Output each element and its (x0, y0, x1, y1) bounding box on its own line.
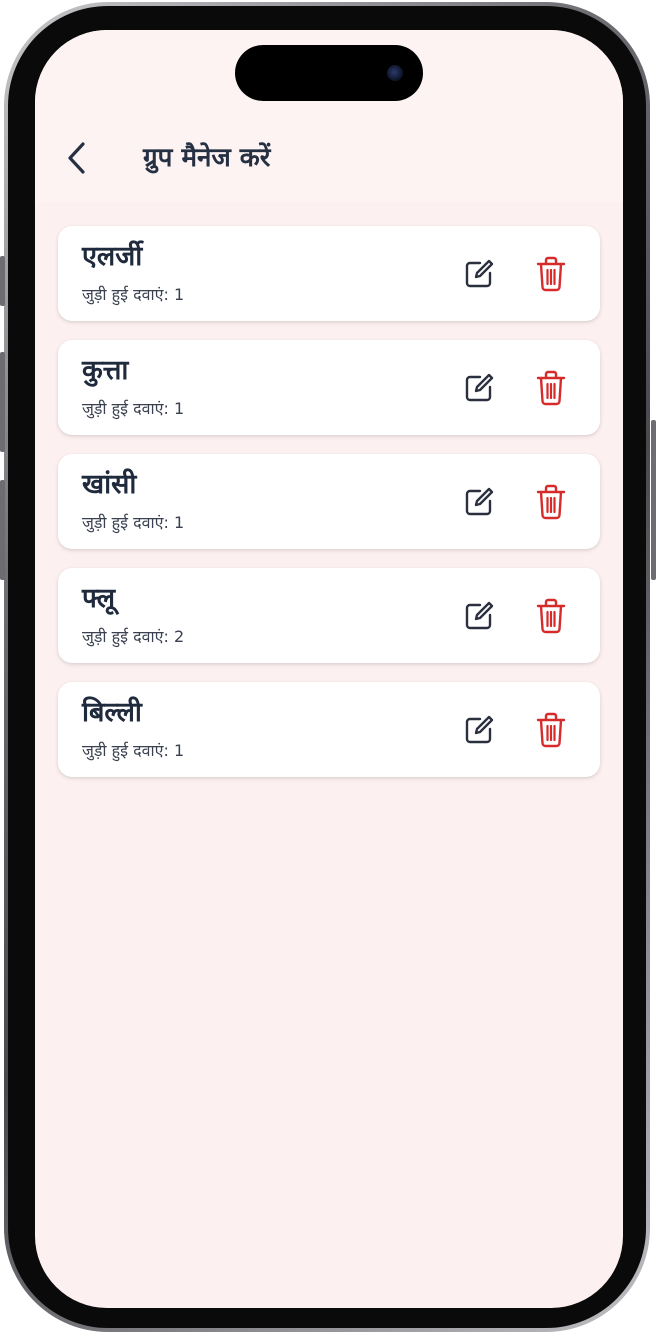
group-name: कुत्ता (82, 355, 129, 386)
camera-icon (387, 65, 403, 81)
edit-group-button[interactable] (460, 483, 498, 521)
linked-medicines-count: जुड़ी हुई दवाएं: 1 (82, 285, 185, 304)
back-button[interactable] (57, 138, 97, 178)
delete-group-button[interactable] (532, 710, 570, 750)
group-name: फ्लू (82, 583, 116, 614)
group-card[interactable]: बिल्ली जुड़ी हुई दवाएं: 1 (58, 682, 600, 777)
delete-group-button[interactable] (532, 368, 570, 408)
group-name: एलर्जी (82, 241, 143, 272)
linked-medicines-count: जुड़ी हुई दवाएं: 1 (82, 741, 185, 760)
edit-group-button[interactable] (460, 255, 498, 293)
edit-icon (465, 259, 494, 288)
group-card[interactable]: खांसी जुड़ी हुई दवाएं: 1 (58, 454, 600, 549)
linked-medicines-count: जुड़ी हुई दवाएं: 1 (82, 513, 185, 532)
page-title: ग्रुप मैनेज करें (143, 143, 271, 173)
delete-group-button[interactable] (532, 254, 570, 294)
app-screen: ग्रुप मैनेज करें एलर्जी जुड़ी हुई दवाएं: … (35, 30, 623, 1308)
linked-medicines-count: जुड़ी हुई दवाएं: 1 (82, 399, 185, 418)
edit-icon (465, 601, 494, 630)
edit-group-button[interactable] (460, 369, 498, 407)
trash-icon (536, 256, 566, 292)
group-card[interactable]: कुत्ता जुड़ी हुई दवाएं: 1 (58, 340, 600, 435)
action-button (0, 256, 5, 306)
edit-group-button[interactable] (460, 597, 498, 635)
trash-icon (536, 370, 566, 406)
trash-icon (536, 598, 566, 634)
group-card[interactable]: फ्लू जुड़ी हुई दवाएं: 2 (58, 568, 600, 663)
edit-icon (465, 487, 494, 516)
trash-icon (536, 484, 566, 520)
edit-icon (465, 715, 494, 744)
delete-group-button[interactable] (532, 596, 570, 636)
group-list: एलर्जी जुड़ी हुई दवाएं: 1 कुत्ता जुड़ी हुई … (58, 226, 600, 796)
group-name: खांसी (82, 469, 137, 500)
volume-down-button (0, 480, 5, 580)
chevron-left-icon (68, 142, 85, 174)
group-card[interactable]: एलर्जी जुड़ी हुई दवाएं: 1 (58, 226, 600, 321)
group-name: बिल्ली (82, 697, 142, 728)
linked-medicines-count: जुड़ी हुई दवाएं: 2 (82, 627, 185, 646)
delete-group-button[interactable] (532, 482, 570, 522)
dynamic-island (235, 45, 423, 101)
power-button (651, 420, 656, 580)
volume-up-button (0, 352, 5, 452)
edit-icon (465, 373, 494, 402)
trash-icon (536, 712, 566, 748)
edit-group-button[interactable] (460, 711, 498, 749)
